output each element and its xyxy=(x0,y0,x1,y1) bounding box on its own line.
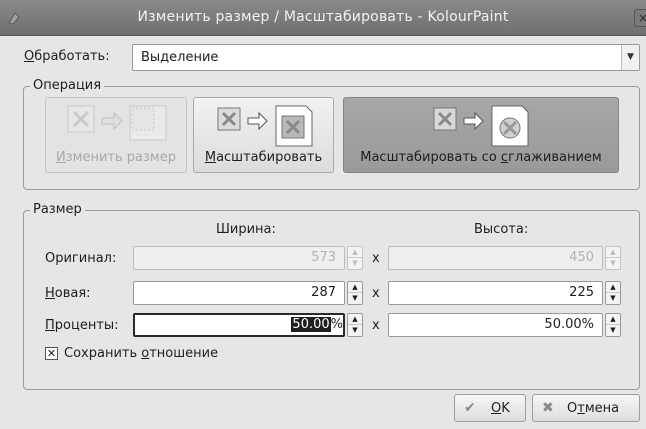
new-height-value: 225 xyxy=(569,285,594,300)
apply-to-label: Обработать: xyxy=(24,49,110,64)
dropdown-arrow-icon[interactable]: ▼ xyxy=(621,45,639,70)
spin-up-icon[interactable]: ▲ xyxy=(348,314,362,325)
spin-down-icon[interactable]: ▼ xyxy=(606,293,620,304)
spin-up-icon[interactable]: ▲ xyxy=(606,314,620,325)
ok-button-label: OK xyxy=(491,401,510,416)
smooth-scale-button[interactable]: Масштабировать со сглаживанием xyxy=(343,97,619,173)
new-width-value: 287 xyxy=(311,285,336,300)
close-icon[interactable]: × xyxy=(634,9,646,27)
percent-width-field[interactable]: 50.00% xyxy=(133,313,345,337)
original-height-value: 450 xyxy=(569,250,594,265)
percent-width-stepper[interactable]: ▲ ▼ xyxy=(347,313,363,337)
keep-ratio-label[interactable]: Сохранить отношение xyxy=(64,346,218,361)
resize-button-label: Изменить размер xyxy=(56,150,176,165)
original-width-stepper: ▲ ▼ xyxy=(347,246,363,270)
spin-up-icon[interactable]: ▲ xyxy=(606,282,620,293)
operation-group-title: Операция xyxy=(30,78,105,93)
new-size-label: Новая: xyxy=(45,286,91,301)
spin-down-icon[interactable]: ▼ xyxy=(348,293,362,304)
new-width-stepper[interactable]: ▲ ▼ xyxy=(347,281,363,305)
apply-to-selected-value: Выделение xyxy=(141,50,219,65)
scale-button[interactable]: Масштабировать xyxy=(193,97,334,173)
height-header: Высота: xyxy=(474,222,529,237)
original-width-value: 573 xyxy=(311,250,336,265)
selected-text: 50.00 xyxy=(291,317,331,332)
original-label: Оригинал: xyxy=(45,251,117,266)
percent-width-value: 50.00% xyxy=(291,317,343,332)
times-sign: x xyxy=(372,318,380,333)
cancel-x-icon: ✖ xyxy=(542,400,554,416)
spin-up-icon: ▲ xyxy=(606,247,620,258)
scale-operation-icon xyxy=(217,105,313,147)
new-height-field[interactable]: 225 xyxy=(388,281,603,305)
spin-down-icon: ▼ xyxy=(352,259,358,267)
width-header: Ширина: xyxy=(216,222,276,237)
original-height-field: 450 xyxy=(388,246,603,270)
times-sign: x xyxy=(372,286,380,301)
original-height-stepper: ▲ ▼ xyxy=(605,246,621,270)
keep-ratio-checkbox[interactable]: ✕ xyxy=(45,347,58,360)
cancel-button[interactable]: ✖ Отмена xyxy=(532,394,640,422)
resize-operation-icon xyxy=(67,105,167,141)
spin-down-icon[interactable]: ▼ xyxy=(348,325,362,336)
smooth-scale-button-label: Масштабировать со сглаживанием xyxy=(360,150,602,165)
cancel-button-label: Отмена xyxy=(567,401,620,416)
times-sign: x xyxy=(372,251,380,266)
new-width-field[interactable]: 287 xyxy=(133,281,345,305)
window-title: Изменить размер / Масштабировать - Kolou… xyxy=(137,9,509,25)
percent-height-stepper[interactable]: ▲ ▼ xyxy=(605,313,621,337)
apply-to-combobox[interactable]: Выделение ▼ xyxy=(132,44,640,71)
percent-label: Проценты: xyxy=(45,318,119,333)
spin-down-icon[interactable]: ▼ xyxy=(606,325,620,336)
percent-height-field[interactable]: 50.00% xyxy=(388,313,603,337)
original-width-field: 573 xyxy=(133,246,345,270)
new-height-stepper[interactable]: ▲ ▼ xyxy=(605,281,621,305)
smooth-scale-operation-icon xyxy=(433,105,529,147)
ok-button[interactable]: ✔ OK xyxy=(454,394,526,422)
check-icon: ✔ xyxy=(464,400,476,416)
size-group-title: Размер xyxy=(30,202,85,217)
spin-up-icon: ▲ xyxy=(348,247,362,258)
percent-height-value: 50.00% xyxy=(544,317,594,332)
resize-button[interactable]: Изменить размер xyxy=(45,97,187,173)
spin-down-icon: ▼ xyxy=(610,259,616,267)
scale-button-label: Масштабировать xyxy=(204,150,323,165)
spin-up-icon[interactable]: ▲ xyxy=(348,282,362,293)
window-titlebar[interactable]: Изменить размер / Масштабировать - Kolou… xyxy=(0,0,646,36)
